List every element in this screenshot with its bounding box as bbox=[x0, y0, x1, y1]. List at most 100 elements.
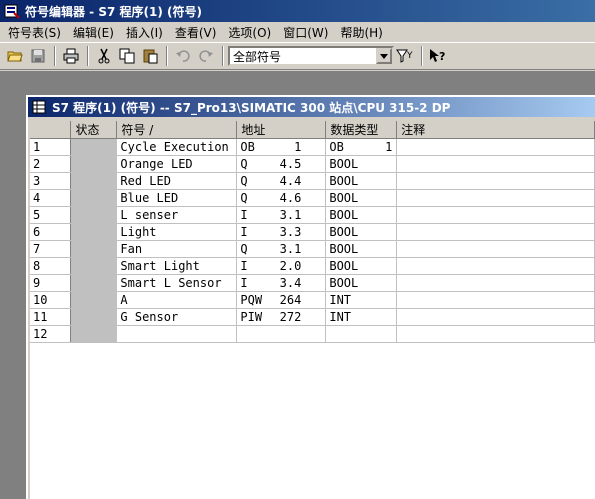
symbol-cell[interactable] bbox=[116, 325, 238, 343]
redo-icon[interactable] bbox=[195, 45, 217, 67]
comment-cell[interactable] bbox=[396, 274, 595, 292]
table-row[interactable]: 6 Light I 3.3 BOOL bbox=[30, 223, 595, 241]
symbol-cell[interactable]: Orange LED bbox=[116, 155, 238, 173]
comment-cell[interactable] bbox=[396, 189, 595, 207]
menu-item[interactable]: 选项(O) bbox=[222, 24, 277, 41]
row-number[interactable]: 1 bbox=[30, 138, 72, 156]
status-header[interactable]: 状态 bbox=[70, 121, 118, 139]
table-row[interactable]: 12 bbox=[30, 325, 595, 343]
datatype-cell[interactable]: BOOL bbox=[325, 223, 398, 241]
address-cell[interactable]: Q 4.4 bbox=[236, 172, 327, 190]
row-number[interactable]: 6 bbox=[30, 223, 72, 241]
comment-cell[interactable] bbox=[396, 155, 595, 173]
datatype-cell[interactable]: BOOL bbox=[325, 206, 398, 224]
comment-header[interactable]: 注释 bbox=[396, 121, 595, 139]
comment-cell[interactable] bbox=[396, 240, 595, 258]
table-row[interactable]: 11 G Sensor PIW 272 INT bbox=[30, 308, 595, 326]
comment-cell[interactable] bbox=[396, 223, 595, 241]
address-number: 3.1 bbox=[279, 242, 302, 256]
datatype-cell[interactable]: OB 1 bbox=[325, 138, 398, 156]
undo-icon[interactable] bbox=[172, 45, 194, 67]
table-row[interactable]: 5 L senser I 3.1 BOOL bbox=[30, 206, 595, 224]
row-number[interactable]: 12 bbox=[30, 325, 72, 343]
symbol-filter-select[interactable]: 全部符号 bbox=[228, 46, 394, 66]
datatype-cell[interactable]: BOOL bbox=[325, 257, 398, 275]
symbol-cell[interactable]: L senser bbox=[116, 206, 238, 224]
child-window-titlebar[interactable]: S7 程序(1) (符号) -- S7_Pro13\SIMATIC 300 站点… bbox=[28, 97, 595, 117]
address-header[interactable]: 地址 bbox=[236, 121, 327, 139]
table-row[interactable]: 4 Blue LED Q 4.6 BOOL bbox=[30, 189, 595, 207]
open-folder-icon[interactable] bbox=[4, 45, 26, 67]
paste-icon[interactable] bbox=[139, 45, 161, 67]
address-cell[interactable]: PIW 272 bbox=[236, 308, 327, 326]
symbol-cell[interactable]: Blue LED bbox=[116, 189, 238, 207]
comment-cell[interactable] bbox=[396, 308, 595, 326]
datatype-cell[interactable]: INT bbox=[325, 308, 398, 326]
comment-cell[interactable] bbox=[396, 206, 595, 224]
menu-item[interactable]: 窗口(W) bbox=[277, 24, 334, 41]
print-icon[interactable] bbox=[60, 45, 82, 67]
address-cell[interactable] bbox=[236, 325, 327, 343]
comment-cell[interactable] bbox=[396, 325, 595, 343]
table-row[interactable]: 10 A PQW 264 INT bbox=[30, 291, 595, 309]
address-cell[interactable]: I 3.3 bbox=[236, 223, 327, 241]
address-cell[interactable]: OB 1 bbox=[236, 138, 327, 156]
row-number[interactable]: 5 bbox=[30, 206, 72, 224]
datatype-cell[interactable]: BOOL bbox=[325, 189, 398, 207]
symbol-cell[interactable]: Cycle Execution bbox=[116, 138, 238, 156]
datatype-cell[interactable]: INT bbox=[325, 291, 398, 309]
datatype-cell[interactable]: BOOL bbox=[325, 274, 398, 292]
symbol-cell[interactable]: Smart Light bbox=[116, 257, 238, 275]
symbol-cell[interactable]: Light bbox=[116, 223, 238, 241]
address-cell[interactable]: Q 4.5 bbox=[236, 155, 327, 173]
table-row[interactable]: 8 Smart Light I 2.0 BOOL bbox=[30, 257, 595, 275]
comment-cell[interactable] bbox=[396, 138, 595, 156]
comment-cell[interactable] bbox=[396, 291, 595, 309]
row-number[interactable]: 4 bbox=[30, 189, 72, 207]
address-cell[interactable]: I 3.4 bbox=[236, 274, 327, 292]
datatype-cell[interactable]: BOOL bbox=[325, 240, 398, 258]
menu-item[interactable]: 符号表(S) bbox=[2, 24, 67, 41]
copy-icon[interactable] bbox=[116, 45, 138, 67]
datatype-value bbox=[392, 174, 394, 188]
symbol-cell[interactable]: G Sensor bbox=[116, 308, 238, 326]
comment-cell[interactable] bbox=[396, 257, 595, 275]
comment-cell[interactable] bbox=[396, 172, 595, 190]
symbol-cell[interactable]: Red LED bbox=[116, 172, 238, 190]
menu-item[interactable]: 帮助(H) bbox=[334, 24, 388, 41]
row-number[interactable]: 9 bbox=[30, 274, 72, 292]
row-number-header[interactable] bbox=[30, 121, 72, 139]
menu-item[interactable]: 插入(I) bbox=[120, 24, 169, 41]
row-number[interactable]: 3 bbox=[30, 172, 72, 190]
save-icon[interactable] bbox=[27, 45, 49, 67]
table-row[interactable]: 2 Orange LED Q 4.5 BOOL bbox=[30, 155, 595, 173]
table-row[interactable]: 7 Fan Q 3.1 BOOL bbox=[30, 240, 595, 258]
menu-item[interactable]: 查看(V) bbox=[169, 24, 223, 41]
symbol-cell[interactable]: Smart L Sensor bbox=[116, 274, 238, 292]
menu-item[interactable]: 编辑(E) bbox=[67, 24, 120, 41]
address-cell[interactable]: I 2.0 bbox=[236, 257, 327, 275]
datatype-cell[interactable]: BOOL bbox=[325, 155, 398, 173]
symbol-cell[interactable]: Fan bbox=[116, 240, 238, 258]
row-number[interactable]: 10 bbox=[30, 291, 72, 309]
row-number[interactable]: 2 bbox=[30, 155, 72, 173]
row-number[interactable]: 8 bbox=[30, 257, 72, 275]
row-number[interactable]: 7 bbox=[30, 240, 72, 258]
table-row[interactable]: 9 Smart L Sensor I 3.4 BOOL bbox=[30, 274, 595, 292]
datatype-cell[interactable]: BOOL bbox=[325, 172, 398, 190]
address-cell[interactable]: I 3.1 bbox=[236, 206, 327, 224]
symbol-cell[interactable]: A bbox=[116, 291, 238, 309]
address-cell[interactable]: Q 3.1 bbox=[236, 240, 327, 258]
datatype-cell[interactable] bbox=[325, 325, 398, 343]
datatype-header[interactable]: 数据类型 bbox=[325, 121, 398, 139]
address-cell[interactable]: PQW 264 bbox=[236, 291, 327, 309]
filter-icon[interactable]: Y bbox=[394, 45, 416, 67]
address-cell[interactable]: Q 4.6 bbox=[236, 189, 327, 207]
table-row[interactable]: 1 Cycle Execution OB 1 OB 1 bbox=[30, 138, 595, 156]
row-number[interactable]: 11 bbox=[30, 308, 72, 326]
chevron-down-icon[interactable] bbox=[376, 48, 392, 64]
help-pointer-icon[interactable]: ? bbox=[427, 45, 449, 67]
symbol-header[interactable]: 符号 / bbox=[116, 121, 238, 139]
cut-icon[interactable] bbox=[93, 45, 115, 67]
table-row[interactable]: 3 Red LED Q 4.4 BOOL bbox=[30, 172, 595, 190]
